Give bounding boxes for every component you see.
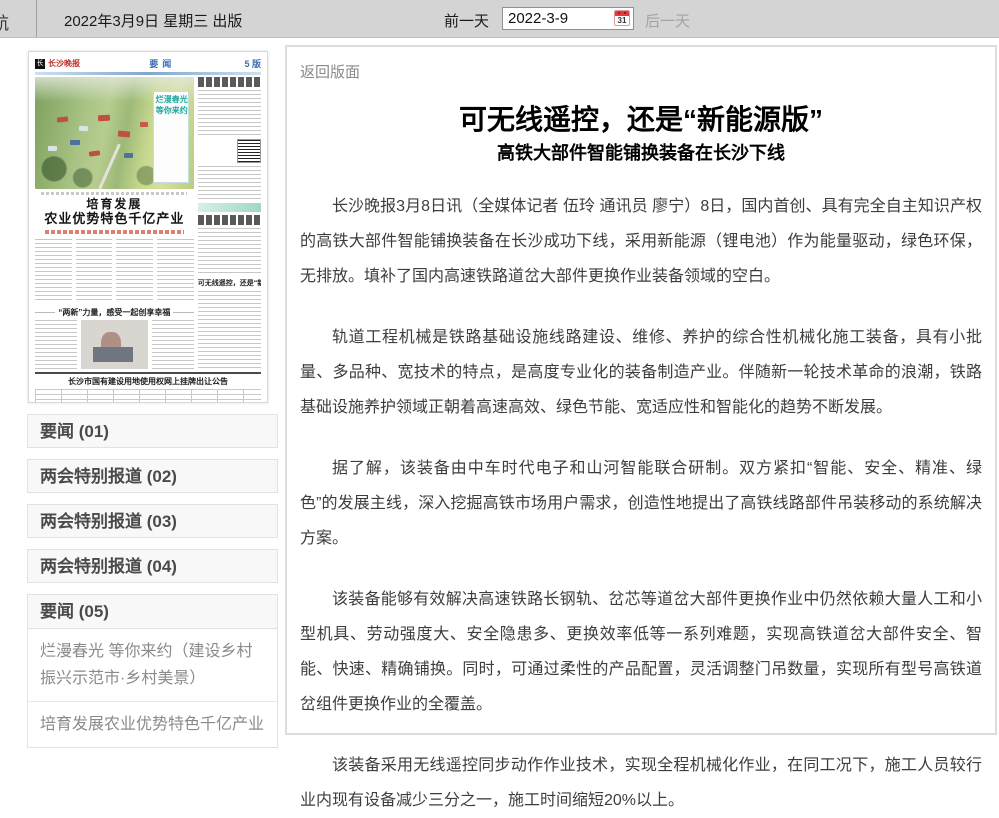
thumbnail-masthead-rule: [35, 72, 261, 75]
text-column: [152, 320, 194, 369]
article-link[interactable]: 烂漫春光 等你来约（建设乡村振兴示范市·乡村美景）: [28, 629, 277, 702]
article-subtitle: 高铁大部件智能铺换装备在长沙下线: [300, 141, 982, 165]
notice-headline: 长沙市国有建设用地使用权网上挂牌出让公告: [35, 376, 261, 387]
sidebar: 长 长沙晚报 要闻 5 版: [27, 51, 278, 748]
text-column: [76, 239, 113, 303]
photo-overlay-box: 烂漫春光 等你来约: [153, 91, 189, 183]
nav-partial-text: 航: [0, 9, 9, 34]
photo-roof: [79, 126, 88, 132]
photo-roof: [57, 117, 68, 123]
text-column: [198, 228, 261, 276]
calendar-icon[interactable]: 31: [614, 10, 630, 26]
thumbnail-left-column: 烂漫春光 等你来约 培育发展 农业优势特色千亿产业 “两新”力量，感受一起创享幸…: [35, 77, 194, 369]
right-headline-texture: [198, 77, 261, 87]
photo-road: [98, 143, 121, 189]
text-column: [198, 291, 261, 369]
thumbnail-mid-headline: “两新”力量，感受一起创享幸福: [35, 307, 194, 318]
sidebar-section-lianghui-04[interactable]: 两会特别报道 (04): [27, 549, 278, 583]
article-list: 烂漫春光 等你来约（建设乡村振兴示范市·乡村美景） 培育发展农业优势特色千亿产业: [28, 629, 277, 747]
photo-roof: [89, 150, 101, 156]
sidebar-section-lianghui-02[interactable]: 两会特别报道 (02): [27, 459, 278, 493]
photo-roof: [48, 146, 57, 151]
rule: [173, 312, 193, 313]
next-day-link[interactable]: 后一天: [645, 10, 690, 31]
photo-roof: [140, 122, 148, 127]
newspaper-logo-icon: 长: [35, 59, 45, 69]
aerial-village-photo: 烂漫春光 等你来约: [35, 77, 194, 189]
page-thumbnail[interactable]: 长 长沙晚报 要闻 5 版: [28, 51, 268, 403]
photo-roof: [98, 115, 110, 122]
text-column: [198, 90, 261, 136]
right-headline-texture: [198, 215, 261, 225]
top-bar: 航 2022年3月9日 星期三 出版 前一天 31 后一天: [0, 0, 999, 38]
text-column: [157, 239, 194, 303]
sidebar-section-group-yaowen-05: 要闻 (05) 烂漫春光 等你来约（建设乡村振兴示范市·乡村美景） 培育发展农业…: [27, 594, 278, 748]
article-paragraph: 长沙晚报3月8日讯（全媒体记者 伍玲 通讯员 廖宁）8日，国内首创、具有完全自主…: [300, 189, 982, 294]
overlay-title-line1: 烂漫春光: [156, 94, 186, 105]
text-column: [35, 239, 72, 303]
thumbnail-masthead: 长 长沙晚报 要闻 5 版: [35, 56, 261, 71]
article-paragraph: 据了解，该装备由中车时代电子和山河智能联合研制。双方紧扣“智能、安全、精准、绿色…: [300, 451, 982, 556]
back-to-page-link[interactable]: 返回版面: [300, 61, 360, 82]
prev-day-link[interactable]: 前一天: [444, 10, 489, 31]
qr-code: [237, 139, 261, 163]
thumbnail-headline-line2: 农业优势特色千亿产业: [35, 211, 194, 227]
thumbnail-section-title: 要闻: [80, 57, 244, 70]
article-panel: 返回版面 可无线遥控，还是“新能源版” 高铁大部件智能铺换装备在长沙下线 长沙晚…: [285, 45, 997, 735]
thumbnail-body: 烂漫春光 等你来约 培育发展 农业优势特色千亿产业 “两新”力量，感受一起创享幸…: [35, 77, 261, 369]
photo-roof: [70, 140, 80, 145]
thumbnail-right-column: 可无线遥控，还是“新能源版”: [198, 77, 261, 369]
article-paragraph: 轨道工程机械是铁路基础设施线路建设、维修、养护的综合性机械化施工装备，具有小批量…: [300, 320, 982, 425]
rule: [35, 312, 55, 313]
text-column: [198, 166, 261, 200]
article-body: 长沙晚报3月8日讯（全媒体记者 伍玲 通讯员 廖宁）8日，国内首创、具有完全自主…: [300, 189, 982, 818]
thumbnail-page-number: 5 版: [244, 57, 261, 70]
publish-date-label: 2022年3月9日 星期三 出版: [64, 10, 242, 31]
thumbnail-text-columns: [35, 239, 194, 303]
topbar-divider: [36, 0, 37, 37]
date-picker: 31: [502, 7, 634, 30]
thumbnail-article-headline: 可无线遥控，还是“新能源版”: [198, 279, 261, 288]
thumbnail-notice: 长沙市国有建设用地使用权网上挂牌出让公告: [35, 372, 261, 403]
calendar-icon-day: 31: [615, 16, 629, 25]
thumbnail-headline-line1: 培育发展: [35, 197, 194, 211]
photo-roof: [117, 130, 129, 137]
photo-caption-texture: [41, 192, 187, 195]
text-column: [116, 239, 153, 303]
newspaper-name: 长沙晚报: [48, 58, 80, 69]
text-column: [35, 320, 77, 369]
thumbnail-lower-row: [35, 320, 194, 369]
photo-roof: [124, 153, 133, 158]
article-link[interactable]: 培育发展农业优势特色千亿产业: [28, 702, 277, 747]
article-paragraph: 该装备能够有效解决高速铁路长钢轨、岔芯等道岔大部件更换作业中仍然依赖大量人工和小…: [300, 582, 982, 722]
thumbnail-subhead-texture: [45, 230, 185, 234]
sidebar-section-lianghui-03[interactable]: 两会特别报道 (03): [27, 504, 278, 538]
article-paragraph: 该装备采用无线遥控同步动作作业技术，实现全程机械化作业，在同工况下，施工人员较行…: [300, 748, 982, 818]
notice-table-texture: [35, 389, 261, 403]
overlay-title-line2: 等你来约: [156, 105, 186, 116]
sidebar-section-yaowen-01[interactable]: 要闻 (01): [27, 414, 278, 448]
green-banner: [198, 203, 261, 212]
mid-headline-text: “两新”力量，感受一起创享幸福: [58, 307, 170, 318]
worker-photo: [81, 320, 148, 369]
article-title: 可无线遥控，还是“新能源版”: [300, 104, 982, 136]
sidebar-section-yaowen-05[interactable]: 要闻 (05): [28, 595, 277, 629]
